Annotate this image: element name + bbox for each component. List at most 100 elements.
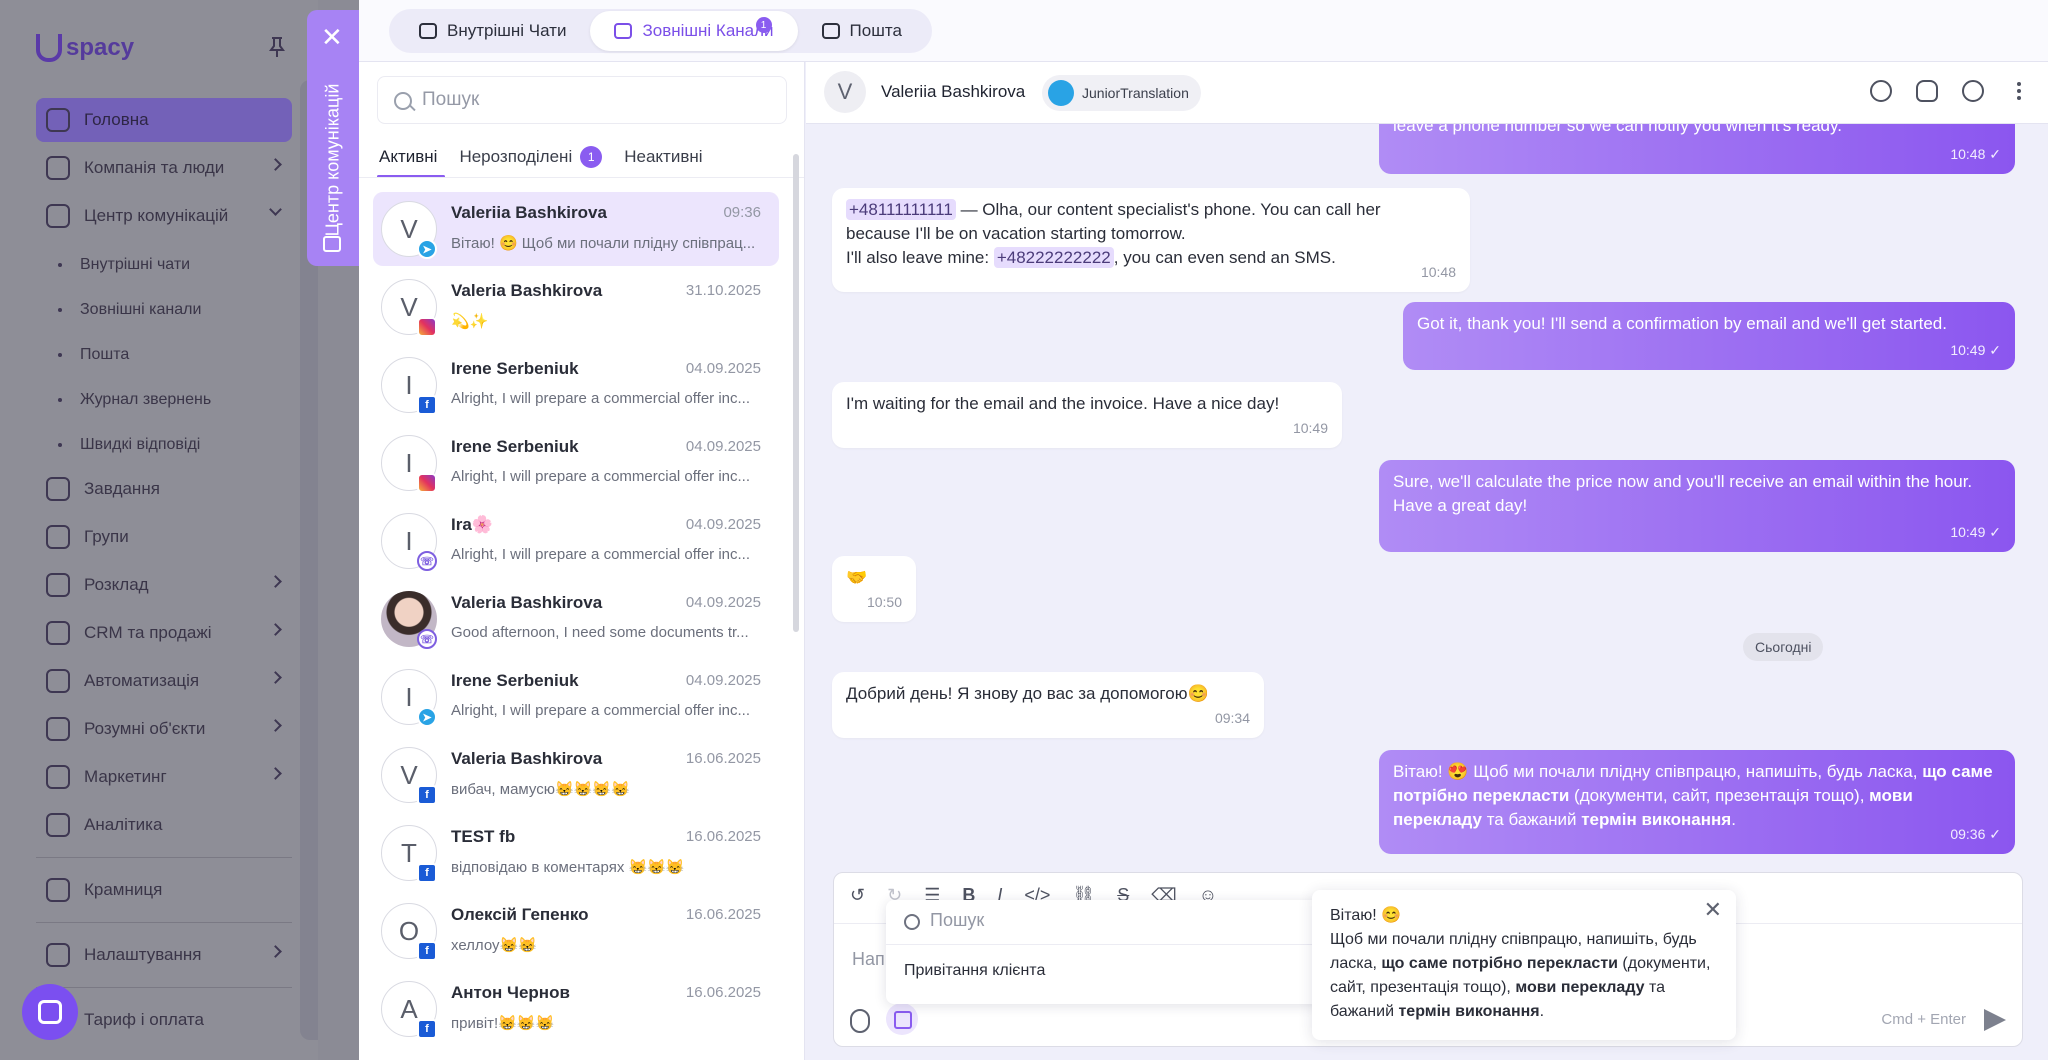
conversation-date: 16.06.2025: [685, 828, 761, 845]
conversation-item[interactable]: I ☏ Ira🌸 04.09.2025 Alright, I will prepare …: [373, 504, 779, 578]
nav-item-analytics[interactable]: Аналітика: [36, 803, 292, 847]
conversation-list: Пошук Активні Нерозподілені 1 Неактивні V…: [359, 62, 805, 1060]
conversation-date: 04.09.2025: [685, 516, 761, 533]
facebook-icon: f: [417, 1019, 437, 1039]
contact-name[interactable]: Valeriia Bashkirova: [881, 82, 1025, 102]
nav-label: Центр комунікацій: [84, 206, 229, 225]
tab-internal-chats[interactable]: Внутрішні Чати: [395, 11, 590, 51]
support-chat-button[interactable]: [22, 984, 78, 1040]
send-icon[interactable]: [1984, 1009, 2006, 1031]
avatar[interactable]: V: [824, 71, 866, 113]
nav-item-smart-objects[interactable]: Розумні об'єкти: [36, 707, 292, 751]
nav-sub-mail[interactable]: Пошта: [36, 332, 292, 377]
quick-replies-search-input[interactable]: Пошук: [904, 910, 984, 934]
quick-reply-item[interactable]: Привітання клієнта: [904, 962, 1045, 980]
conversation-date: 04.09.2025: [685, 360, 761, 377]
send-shortcut-hint: Cmd + Enter: [1881, 1011, 1966, 1028]
nav-item-crm[interactable]: CRM та продажі: [36, 611, 292, 655]
message-time: 09:36: [1950, 822, 2001, 846]
nav-divider: [36, 857, 292, 858]
pin-icon[interactable]: [268, 36, 286, 58]
attachment-icon[interactable]: [850, 1009, 870, 1033]
tab-inactive[interactable]: Неактивні: [622, 136, 704, 178]
conversation-item[interactable]: Tf TEST fb 16.06.2025 відповідаю в коментар…: [373, 816, 779, 890]
quick-replies-popover: Пошук Привітання клієнта: [886, 900, 1320, 1004]
close-icon[interactable]: ✕: [321, 24, 343, 50]
channel-chip[interactable]: JuniorTranslation: [1042, 75, 1201, 111]
search-icon[interactable]: [1962, 80, 1984, 102]
check-circle-icon[interactable]: [1870, 80, 1892, 102]
communications-icon: [46, 204, 70, 228]
conversation-item[interactable]: If Irene Serbeniuk 04.09.2025 Alright, I wi…: [373, 348, 779, 422]
nav-item-store[interactable]: Крамниця: [36, 868, 292, 912]
more-vertical-icon[interactable]: [2008, 80, 2030, 102]
message-input[interactable]: Нап: [852, 949, 885, 970]
chevron-right-icon: [269, 719, 282, 732]
scrollbar[interactable]: [793, 154, 799, 632]
crm-icon: [46, 621, 70, 645]
conversation-item[interactable]: Оf Олексій Гепенко 16.06.2025 хеллоу😸😸: [373, 894, 779, 968]
facebook-icon: f: [417, 863, 437, 883]
conversation-item[interactable]: V Valeria Bashkirova 31.10.2025 💫✨: [373, 270, 779, 344]
message-outgoing: Вітаю! 😍 Щоб ми почали плідну співпрацю,…: [1379, 750, 2015, 854]
nav-item-automation[interactable]: Автоматизація: [36, 659, 292, 703]
message-time: 10:48: [1950, 142, 2001, 166]
app-logo[interactable]: spacy: [36, 34, 134, 62]
conversation-search-input[interactable]: Пошук: [377, 76, 787, 124]
conversation-item[interactable]: I Irene Serbeniuk 04.09.2025 Alright, I wil…: [373, 426, 779, 500]
conversation-item[interactable]: Vf Valeria Bashkirova 16.06.2025 вибач, мам…: [373, 738, 779, 812]
tab-mail[interactable]: Пошта: [798, 11, 926, 51]
conversation-date: 09:36: [723, 204, 761, 221]
nav-item-marketing[interactable]: Маркетинг: [36, 755, 292, 799]
undo-icon[interactable]: ↺: [850, 885, 865, 906]
gear-icon: [46, 943, 70, 967]
nav-item-groups[interactable]: Групи: [36, 515, 292, 559]
company-icon: [46, 156, 70, 180]
communication-center-icon: [323, 236, 341, 252]
conversation-item[interactable]: Аf Антон Чернов 16.06.2025 привіт!😸😸😸: [373, 972, 779, 1046]
message-incoming: +48111111111 — Olha, our content special…: [832, 188, 1470, 292]
chevron-right-icon: [269, 623, 282, 636]
conversation-preview: привіт!😸😸😸: [451, 1015, 555, 1032]
phone-link[interactable]: +48222222222: [993, 247, 1114, 268]
nav-sub-external-channels[interactable]: Зовнішні канали: [36, 287, 292, 332]
message-text: (документи, сайт, презентація тощо),: [1569, 786, 1870, 805]
message-text: Got it, thank you! I'll send a confirmat…: [1417, 314, 1947, 333]
tab-label: Внутрішні Чати: [447, 21, 567, 40]
nav-item-settings[interactable]: Налаштування: [36, 933, 292, 977]
message-time: 10:49: [1950, 520, 2001, 544]
preview-bold-text: що саме потрібно перекласти: [1381, 955, 1618, 972]
close-icon[interactable]: ✕: [1704, 898, 1722, 922]
quick-replies-button[interactable]: [886, 1003, 918, 1035]
chevron-down-icon: [269, 203, 282, 216]
phone-link[interactable]: +48111111111: [846, 199, 956, 220]
nav-item-schedule[interactable]: Розклад: [36, 563, 292, 607]
nav-sub-requests-log[interactable]: Журнал звернень: [36, 377, 292, 422]
nav-item-communications[interactable]: Центр комунікацій: [36, 194, 292, 238]
nav-sub-internal-chats[interactable]: Внутрішні чати: [36, 242, 292, 287]
nav-item-home[interactable]: Головна: [36, 98, 292, 142]
database-icon[interactable]: [1916, 80, 1938, 102]
conversation-date: 16.06.2025: [685, 750, 761, 767]
tab-unassigned[interactable]: Нерозподілені 1: [457, 136, 604, 178]
communication-center-tab[interactable]: ✕ Центр комунікацій: [307, 10, 359, 266]
nav-item-company[interactable]: Компанія та люди: [36, 146, 292, 190]
chevron-right-icon: [269, 767, 282, 780]
nav-label: Тариф і оплата: [84, 1010, 204, 1029]
conversation-item[interactable]: V ➤ Valeriia Bashkirova 09:36 Вітаю! 😊 Щоб м…: [373, 192, 779, 266]
nav-item-tasks[interactable]: Завдання: [36, 467, 292, 511]
chevron-right-icon: [269, 575, 282, 588]
conversation-preview: вибач, мамусю😸😸😸😸: [451, 781, 630, 798]
nav-sub-quick-replies[interactable]: Швидкі відповіді: [36, 422, 292, 467]
tab-label: Пошта: [849, 21, 902, 40]
conversation-item[interactable]: ☏ Valeria Bashkirova 04.09.2025 Good aftern…: [373, 582, 779, 656]
tab-external-channels[interactable]: Зовнішні Канали 1: [590, 11, 798, 51]
conversation-item[interactable]: I ➤ Irene Serbeniuk 04.09.2025 Alright, I wi…: [373, 660, 779, 734]
tab-active[interactable]: Активні: [377, 136, 446, 178]
message-outgoing: Got it, thank you! I'll send a confirmat…: [1403, 302, 2015, 370]
viber-icon: ☏: [417, 551, 437, 571]
conversation-name: Irene Serbeniuk: [451, 671, 579, 690]
conversation-preview: Alright, I will prepare a commercial off…: [451, 390, 750, 407]
conversation-preview: відповідаю в коментарях 😸😸😸: [451, 859, 685, 876]
message-text: , you can even send an SMS.: [1113, 248, 1336, 267]
